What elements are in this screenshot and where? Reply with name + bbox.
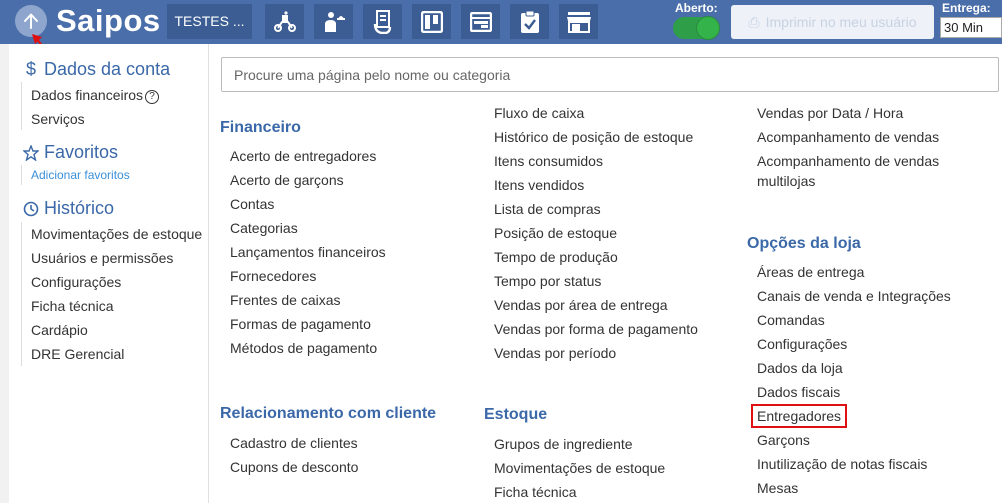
- history-item[interactable]: Configurações: [31, 274, 121, 290]
- menu-item[interactable]: Configurações: [757, 335, 847, 353]
- delivery-time-select[interactable]: 30 Min: [940, 17, 1002, 38]
- sidebar-item-servicos[interactable]: Serviços: [31, 111, 85, 127]
- store-selector-button[interactable]: TESTES ...: [167, 4, 252, 39]
- sidebar-item-dados-financeiros[interactable]: Dados financeiros?: [31, 87, 160, 104]
- favorites-section-title[interactable]: Favoritos: [22, 142, 118, 163]
- checklist-icon: [520, 10, 539, 33]
- add-favorites-link[interactable]: Adicionar favoritos: [31, 168, 130, 182]
- kanban-button[interactable]: [412, 4, 451, 39]
- menu-item[interactable]: Comandas: [757, 311, 825, 329]
- display-button[interactable]: [461, 4, 500, 39]
- menu-item[interactable]: Tempo de produção: [494, 248, 618, 266]
- print-user-button[interactable]: ⎙ Imprimir no meu usuário: [731, 5, 934, 39]
- account-section-title[interactable]: $ Dados da conta: [22, 59, 170, 80]
- menu-item[interactable]: Posição de estoque: [494, 224, 617, 242]
- printer-icon: ⎙: [748, 14, 760, 30]
- account-title-text: Dados da conta: [44, 59, 171, 79]
- print-button-label: Imprimir no meu usuário: [765, 14, 917, 30]
- delivery-time-label: Entrega:: [942, 1, 991, 15]
- top-bar: Saipos TESTES ... Aberto: ⎙ Imprimir no …: [0, 0, 1002, 44]
- waiter-icon: [324, 11, 345, 32]
- menu-item[interactable]: Grupos de ingrediente: [494, 435, 633, 453]
- history-item[interactable]: Movimentações de estoque: [31, 226, 202, 242]
- menu-item[interactable]: Dados fiscais: [757, 383, 840, 401]
- menu-item[interactable]: Acompanhamento de vendas: [757, 128, 939, 146]
- kanban-icon: [420, 10, 443, 33]
- menu-item[interactable]: Lista de compras: [494, 200, 601, 218]
- store-icon: [566, 11, 591, 33]
- menu-item[interactable]: Mesas: [757, 479, 798, 497]
- open-status-toggle[interactable]: [673, 16, 720, 40]
- checklist-button[interactable]: [510, 4, 549, 39]
- menu-item-entregadores-highlighted[interactable]: Entregadores: [750, 404, 848, 428]
- menu-item[interactable]: Formas de pagamento: [230, 315, 371, 333]
- menu-item[interactable]: Acompanhamento de vendas multilojas: [757, 151, 957, 191]
- menu-item[interactable]: Movimentações de estoque: [494, 459, 665, 477]
- sidebar: $ Dados da conta Dados financeiros? Servi…: [9, 44, 209, 503]
- menu-item[interactable]: Itens consumidos: [494, 152, 603, 170]
- menu-item[interactable]: Vendas por área de entrega: [494, 296, 668, 314]
- page-search-input[interactable]: [222, 58, 998, 91]
- brand-logo[interactable]: Saipos: [56, 2, 161, 40]
- account-divider: [21, 82, 22, 130]
- clock-icon: [22, 201, 40, 217]
- history-title-text: Histórico: [44, 198, 115, 218]
- menu-item[interactable]: Cupons de desconto: [230, 458, 358, 476]
- category-relacionamento: Relacionamento com cliente: [220, 405, 437, 422]
- favorites-divider: [21, 165, 22, 185]
- toggle-knob: [696, 16, 720, 40]
- menu-item[interactable]: Fluxo de caixa: [494, 104, 584, 122]
- help-icon[interactable]: ?: [145, 90, 160, 104]
- star-icon: [22, 144, 40, 161]
- display-icon: [469, 11, 492, 32]
- menu-item[interactable]: Vendas por período: [494, 344, 616, 362]
- menu-item[interactable]: Vendas por forma de pagamento: [494, 320, 698, 338]
- history-item[interactable]: DRE Gerencial: [31, 346, 124, 362]
- favorites-title-text: Favoritos: [44, 142, 119, 162]
- order-pad-button[interactable]: [363, 4, 402, 39]
- menu-item[interactable]: Frentes de caixas: [230, 291, 341, 309]
- menu-item[interactable]: Métodos de pagamento: [230, 339, 377, 357]
- menu-item[interactable]: Lançamentos financeiros: [230, 243, 386, 261]
- history-item[interactable]: Usuários e permissões: [31, 250, 173, 266]
- history-item[interactable]: Cardápio: [31, 322, 88, 338]
- menu-item[interactable]: Cadastro de clientes: [230, 434, 358, 452]
- open-status-label: Aberto:: [675, 1, 718, 15]
- menu-item[interactable]: Acerto de garçons: [230, 171, 344, 189]
- category-estoque: Estoque: [484, 406, 548, 423]
- dollar-icon: $: [25, 59, 36, 79]
- history-section-title[interactable]: Histórico: [22, 198, 114, 219]
- history-item[interactable]: Ficha técnica: [31, 298, 113, 314]
- menu-item[interactable]: Histórico de posição de estoque: [494, 128, 693, 146]
- menu-item[interactable]: Tempo por status: [494, 272, 601, 290]
- category-financeiro: Financeiro: [220, 119, 301, 136]
- menu-item[interactable]: Inutilização de notas fiscais: [757, 455, 927, 473]
- delivery-time-value: 30 Min: [944, 20, 984, 35]
- store-button[interactable]: [559, 4, 598, 39]
- menu-item[interactable]: Acerto de entregadores: [230, 147, 376, 165]
- order-pad-icon: [373, 9, 391, 34]
- menu-item[interactable]: Contas: [230, 195, 274, 213]
- left-gutter: [0, 44, 9, 503]
- arrow-up-icon: [24, 13, 38, 29]
- app-root: Saipos TESTES ... Aberto: ⎙ Imprimir no …: [0, 0, 1002, 503]
- sidebar-item-label: Dados financeiros: [31, 87, 144, 103]
- menu-item[interactable]: Itens vendidos: [494, 176, 584, 194]
- page-search-box[interactable]: [221, 57, 999, 92]
- menu-item[interactable]: Dados da loja: [757, 359, 843, 377]
- category-opcoes-loja: Opções da loja: [747, 235, 861, 252]
- menu-item[interactable]: Canais de venda e Integrações: [757, 287, 951, 305]
- menu-item[interactable]: Vendas por Data / Hora: [757, 104, 903, 122]
- delivery-icon: [273, 10, 296, 32]
- delivery-button[interactable]: [265, 4, 304, 39]
- history-divider: [21, 222, 22, 366]
- menu-item[interactable]: Garçons: [757, 431, 810, 449]
- menu-item[interactable]: Categorias: [230, 219, 298, 237]
- menu-item[interactable]: Fornecedores: [230, 267, 316, 285]
- menu-item[interactable]: Áreas de entrega: [757, 263, 864, 281]
- waiter-button[interactable]: [314, 4, 353, 39]
- menu-item[interactable]: Ficha técnica: [494, 483, 576, 501]
